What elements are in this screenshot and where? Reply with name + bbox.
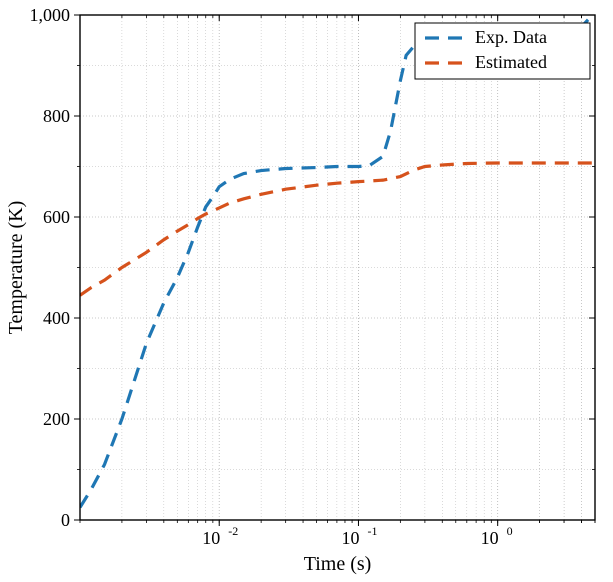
y-axis-label: Temperature (K) bbox=[5, 201, 27, 335]
legend-label: Estimated bbox=[475, 52, 547, 72]
svg-text:10: 10 bbox=[202, 528, 220, 548]
x-tick-label: 10 -2 bbox=[202, 524, 238, 548]
legend: Exp. Data Estimated bbox=[415, 23, 590, 79]
chart-canvas: 10 -2 10 -1 10 0 0 200 400 600 800 1,000 Time (s) Tem… bbox=[0, 0, 613, 582]
x-axis-label: Time (s) bbox=[304, 553, 372, 575]
svg-text:0: 0 bbox=[507, 524, 513, 538]
svg-text:-2: -2 bbox=[228, 524, 238, 538]
y-tick-label: 1,000 bbox=[30, 5, 71, 25]
svg-text:10: 10 bbox=[481, 528, 499, 548]
legend-label: Exp. Data bbox=[475, 27, 547, 47]
svg-text:10: 10 bbox=[341, 528, 359, 548]
x-tick-label: 10 -1 bbox=[341, 524, 377, 548]
svg-text:-1: -1 bbox=[367, 524, 377, 538]
y-tick-label: 600 bbox=[43, 207, 70, 227]
y-tick-label: 0 bbox=[61, 510, 70, 530]
y-tick-label: 800 bbox=[43, 106, 70, 126]
x-tick-label: 10 0 bbox=[481, 524, 513, 548]
y-tick-label: 200 bbox=[43, 409, 70, 429]
y-tick-label: 400 bbox=[43, 308, 70, 328]
line-chart: 10 -2 10 -1 10 0 0 200 400 600 800 1,000 Time (s) Tem… bbox=[0, 0, 613, 582]
